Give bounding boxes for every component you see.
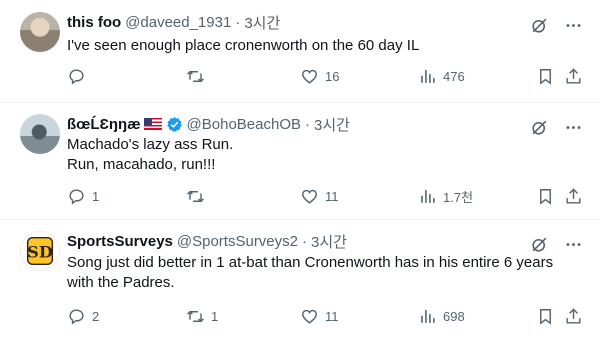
more-icon[interactable] bbox=[562, 14, 584, 36]
more-icon[interactable] bbox=[562, 116, 584, 138]
view-count: 476 bbox=[443, 68, 465, 84]
tweet[interactable]: this foo @daveed_1931 · 3시간 I've seen en… bbox=[0, 0, 600, 102]
like-count: 11 bbox=[325, 188, 339, 204]
like-icon bbox=[302, 309, 317, 324]
avatar[interactable] bbox=[20, 114, 60, 154]
verified-badge-icon[interactable] bbox=[166, 116, 183, 133]
retweet-count: 1 bbox=[211, 308, 219, 324]
tweet-header: ßœĹƐŋŋæ @BohoBeachOB · 3시간 bbox=[67, 114, 350, 134]
tweet-top-icons bbox=[528, 233, 584, 255]
grok-icon[interactable] bbox=[528, 14, 550, 36]
display-name[interactable]: this foo bbox=[67, 14, 121, 31]
reply-icon bbox=[69, 188, 84, 205]
share-button[interactable] bbox=[564, 307, 583, 326]
us-flag-emoji bbox=[143, 118, 162, 130]
retweet-icon bbox=[187, 190, 204, 202]
display-name[interactable]: ßœĹƐŋŋæ bbox=[67, 116, 141, 133]
reply-count: 1 bbox=[92, 188, 100, 204]
grok-icon[interactable] bbox=[528, 116, 550, 138]
tweet[interactable]: SD SportsSurveys @SportsSurveys2 · 3시간 S… bbox=[0, 219, 600, 341]
tweet-text-line: with the Padres. bbox=[67, 274, 175, 291]
retweet-icon bbox=[187, 310, 204, 322]
retweet-button[interactable]: 1 bbox=[186, 307, 218, 326]
like-icon bbox=[302, 69, 317, 84]
bookmark-icon bbox=[540, 68, 551, 85]
reply-icon bbox=[69, 308, 84, 325]
separator-dot: · bbox=[235, 13, 241, 31]
views-button[interactable]: 1.7천 bbox=[418, 187, 473, 206]
tweet-text-line: Machado's lazy ass Run. bbox=[67, 136, 234, 153]
views-icon bbox=[421, 309, 435, 323]
tweet-text: Machado's lazy ass Run. Run, macahado, r… bbox=[67, 135, 233, 175]
reply-icon bbox=[69, 68, 84, 85]
share-icon bbox=[566, 67, 581, 84]
action-bar: 16 476 bbox=[67, 66, 584, 86]
tweet-header: this foo @daveed_1931 · 3시간 bbox=[67, 12, 280, 32]
bookmark-button[interactable] bbox=[536, 187, 555, 206]
view-count: 698 bbox=[443, 308, 465, 324]
timestamp[interactable]: 3시간 bbox=[311, 231, 347, 252]
separator-dot: · bbox=[305, 115, 311, 133]
share-button[interactable] bbox=[564, 187, 583, 206]
more-icon[interactable] bbox=[562, 233, 584, 255]
share-icon bbox=[566, 307, 581, 324]
reply-button[interactable]: 1 bbox=[67, 187, 99, 206]
views-icon bbox=[421, 69, 435, 83]
bookmark-icon bbox=[540, 188, 551, 205]
tweet[interactable]: ßœĹƐŋŋæ @BohoBeachOB · 3시간 Machado's laz… bbox=[0, 102, 600, 219]
like-count: 11 bbox=[325, 308, 339, 324]
user-handle[interactable]: @daveed_1931 bbox=[125, 14, 231, 31]
share-icon bbox=[566, 187, 581, 204]
tweet-top-icons bbox=[528, 116, 584, 138]
user-handle[interactable]: @BohoBeachOB bbox=[187, 116, 301, 133]
timestamp[interactable]: 3시간 bbox=[244, 12, 280, 33]
avatar[interactable]: SD bbox=[20, 231, 60, 271]
views-button[interactable]: 476 bbox=[418, 67, 465, 86]
tweet-top-icons bbox=[528, 14, 584, 36]
bookmark-button[interactable] bbox=[536, 307, 555, 326]
svg-text:SD: SD bbox=[27, 243, 53, 262]
bookmark-icon bbox=[540, 308, 551, 325]
reply-count: 2 bbox=[92, 308, 100, 324]
views-icon bbox=[421, 189, 435, 203]
user-handle[interactable]: @SportsSurveys2 bbox=[177, 233, 298, 250]
bookmark-button[interactable] bbox=[536, 67, 555, 86]
avatar[interactable] bbox=[20, 12, 60, 52]
view-count: 1.7천 bbox=[443, 189, 474, 205]
grok-icon[interactable] bbox=[528, 233, 550, 255]
like-button[interactable]: 11 bbox=[300, 187, 339, 206]
reply-button[interactable]: 2 bbox=[67, 307, 99, 326]
like-icon bbox=[302, 189, 317, 204]
separator-dot: · bbox=[302, 232, 307, 250]
tweet-header: SportsSurveys @SportsSurveys2 · 3시간 bbox=[67, 231, 347, 251]
views-button[interactable]: 698 bbox=[418, 307, 465, 326]
action-bar: 2 1 11 698 bbox=[67, 306, 584, 326]
action-bar: 1 11 1.7천 bbox=[67, 186, 584, 206]
tweet-text: I've seen enough place cronenworth on th… bbox=[67, 36, 419, 56]
tweet-text-line: Run, macahado, run!!! bbox=[67, 156, 216, 173]
share-button[interactable] bbox=[564, 67, 583, 86]
tweet-text: Song just did better in 1 at-bat than Cr… bbox=[67, 253, 553, 293]
timestamp[interactable]: 3시간 bbox=[314, 114, 350, 135]
like-button[interactable]: 11 bbox=[300, 307, 339, 326]
reply-button[interactable] bbox=[67, 67, 92, 86]
retweet-button[interactable] bbox=[186, 187, 211, 206]
tweet-text-line: Song just did better in 1 at-bat than Cr… bbox=[67, 254, 554, 271]
display-name[interactable]: SportsSurveys bbox=[67, 233, 173, 250]
like-button[interactable]: 16 bbox=[300, 67, 339, 86]
retweet-button[interactable] bbox=[186, 67, 211, 86]
like-count: 16 bbox=[325, 68, 340, 84]
tweet-text-line: I've seen enough place cronenworth on th… bbox=[67, 37, 420, 54]
retweet-icon bbox=[187, 70, 204, 82]
